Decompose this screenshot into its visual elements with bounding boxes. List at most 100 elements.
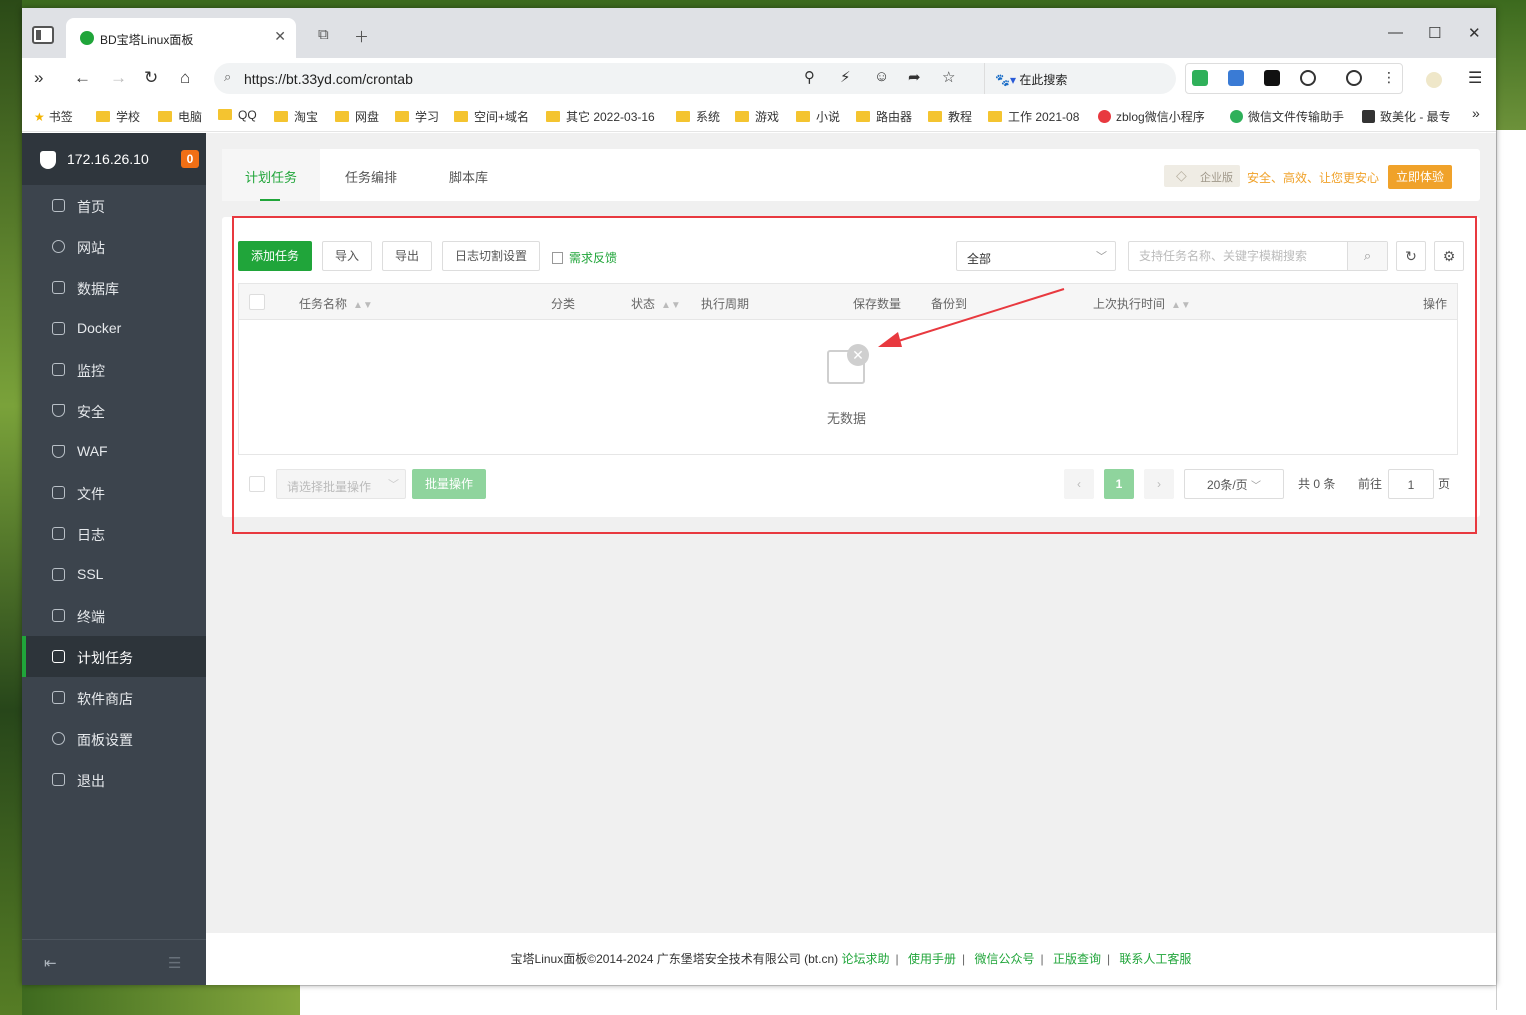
bookmark-folder[interactable]: 学习 bbox=[395, 108, 439, 125]
collapse-menu-icon[interactable]: ⇤ bbox=[44, 954, 57, 972]
sidebar-item-files[interactable]: 文件 bbox=[22, 472, 206, 513]
sidebar-item-website[interactable]: 网站 bbox=[22, 226, 206, 267]
bookmark-item[interactable]: ★ 书签 bbox=[34, 108, 73, 125]
batch-operation-button[interactable]: 批量操作 bbox=[412, 469, 486, 499]
sidebar-item-home[interactable]: 首页 bbox=[22, 185, 206, 226]
reload-icon[interactable]: ↻ bbox=[144, 68, 158, 88]
footer-link-wechat[interactable]: 微信公众号 bbox=[974, 952, 1034, 966]
batch-operation-select[interactable]: 请选择批量操作 ﹀ bbox=[276, 469, 406, 499]
bookmark-folder[interactable]: 网盘 bbox=[335, 108, 379, 125]
zblog-icon bbox=[1098, 110, 1111, 123]
sidebar-item-logs[interactable]: 日志 bbox=[22, 513, 206, 554]
import-button[interactable]: 导入 bbox=[322, 241, 372, 271]
sidebar-item-settings[interactable]: 面板设置 bbox=[22, 718, 206, 759]
close-window-icon[interactable]: ✕ bbox=[1468, 24, 1481, 42]
tab-task-orchestration[interactable]: 任务编排 bbox=[345, 149, 397, 201]
select-all-checkbox[interactable] bbox=[249, 294, 265, 310]
bookmark-folder[interactable]: 其它 2022-03-16 bbox=[546, 108, 655, 125]
bookmark-folder[interactable]: 工作 2021-08 bbox=[988, 108, 1079, 125]
bookmark-item[interactable]: 微信文件传输助手 bbox=[1230, 108, 1344, 125]
try-enterprise-button[interactable]: 立即体验 bbox=[1388, 165, 1452, 189]
extensions-box: ⋮ bbox=[1185, 63, 1403, 94]
forward-icon[interactable]: → bbox=[110, 68, 127, 88]
sidebar-item-monitor[interactable]: 监控 bbox=[22, 349, 206, 390]
column-last-run[interactable]: 上次执行时间 ▲▼ bbox=[1093, 295, 1191, 312]
history-icon[interactable] bbox=[1300, 70, 1316, 86]
chart-extension-icon[interactable] bbox=[1264, 70, 1280, 86]
sidebar-item-ssl[interactable]: SSL bbox=[22, 554, 206, 595]
list-icon[interactable]: ☰ bbox=[168, 954, 181, 972]
bookmark-folder[interactable]: 系统 bbox=[676, 108, 720, 125]
log-split-settings-button[interactable]: 日志切割设置 bbox=[442, 241, 540, 271]
column-task-name[interactable]: 任务名称 ▲▼ bbox=[299, 295, 373, 312]
prev-page-button[interactable]: ‹ bbox=[1064, 469, 1094, 499]
tab-close-icon[interactable]: ✕ bbox=[274, 28, 286, 45]
sidebar-panel-icon[interactable] bbox=[32, 26, 54, 44]
sidebar-item-docker[interactable]: Docker bbox=[22, 308, 206, 349]
task-search-input[interactable] bbox=[1129, 242, 1347, 270]
sidebar-item-database[interactable]: 数据库 bbox=[22, 267, 206, 308]
new-tab-icon[interactable]: ＋ bbox=[354, 26, 369, 47]
next-page-button[interactable]: › bbox=[1144, 469, 1174, 499]
reader-icon[interactable]: ☺ bbox=[874, 68, 889, 85]
more-bookmarks-icon[interactable]: » bbox=[1472, 105, 1480, 121]
category-filter-select[interactable]: 全部 ﹀ bbox=[956, 241, 1116, 271]
footer-link-forum[interactable]: 论坛求助 bbox=[841, 952, 889, 966]
avatar[interactable] bbox=[1426, 72, 1442, 88]
location-pin-icon[interactable]: ⚲ bbox=[804, 68, 815, 86]
search-icon[interactable]: ⌕ bbox=[1347, 242, 1387, 270]
export-button[interactable]: 导出 bbox=[382, 241, 432, 271]
expand-sidebar-icon[interactable]: » bbox=[34, 68, 43, 88]
translate-extension-icon[interactable] bbox=[1228, 70, 1244, 86]
more-vertical-icon[interactable]: ⋮ bbox=[1382, 70, 1396, 86]
bookmark-item[interactable]: zblog微信小程序 bbox=[1098, 108, 1205, 125]
search-engine-box[interactable]: 🐾▾ 在此搜索 bbox=[984, 63, 1067, 94]
table-settings-button[interactable]: ⚙ bbox=[1434, 241, 1464, 271]
share-icon[interactable]: ➦ bbox=[908, 68, 921, 86]
bookmark-folder[interactable]: 空间+域名 bbox=[454, 108, 529, 125]
download-icon[interactable] bbox=[1346, 70, 1362, 86]
goto-page-input[interactable]: 1 bbox=[1388, 469, 1434, 499]
footer-link-support[interactable]: 联系人工客服 bbox=[1119, 952, 1191, 966]
tab-crontab[interactable]: 计划任务 bbox=[222, 149, 320, 201]
footer-link-manual[interactable]: 使用手册 bbox=[908, 952, 956, 966]
maximize-icon[interactable]: ☐ bbox=[1428, 24, 1441, 42]
bookmark-star-icon[interactable]: ☆ bbox=[942, 68, 955, 86]
background-window-fragment bbox=[1496, 130, 1526, 1010]
notification-badge[interactable]: 0 bbox=[181, 150, 199, 168]
home-icon[interactable]: ⌂ bbox=[180, 68, 190, 88]
back-icon[interactable]: ← bbox=[74, 68, 91, 88]
lightning-icon[interactable]: ⚡ bbox=[840, 68, 851, 86]
sidebar-item-security[interactable]: 安全 bbox=[22, 390, 206, 431]
current-page[interactable]: 1 bbox=[1104, 469, 1134, 499]
footer-link-license[interactable]: 正版查询 bbox=[1053, 952, 1101, 966]
address-bar[interactable]: ⌕ https://bt.33yd.com/crontab ⚲ ⚡ ☺ ➦ ☆ … bbox=[214, 63, 1176, 94]
feedback-link[interactable]: 需求反馈 bbox=[552, 249, 617, 266]
sidebar-item-logout[interactable]: 退出 bbox=[22, 759, 206, 800]
bookmark-folder[interactable]: 游戏 bbox=[735, 108, 779, 125]
browser-tab-active[interactable]: BD宝塔Linux面板 ✕ bbox=[66, 18, 296, 58]
sidebar-item-waf[interactable]: WAF bbox=[22, 431, 206, 472]
refresh-button[interactable]: ↻ bbox=[1396, 241, 1426, 271]
column-status[interactable]: 状态 ▲▼ bbox=[631, 295, 681, 312]
url-text[interactable]: https://bt.33yd.com/crontab bbox=[244, 71, 413, 87]
bookmark-folder[interactable]: 淘宝 bbox=[274, 108, 318, 125]
sidebar-item-crontab[interactable]: 计划任务 bbox=[22, 636, 206, 677]
sidebar-item-terminal[interactable]: 终端 bbox=[22, 595, 206, 636]
bookmark-folder[interactable]: 学校 bbox=[96, 108, 140, 125]
add-task-button[interactable]: 添加任务 bbox=[238, 241, 312, 271]
tab-group-icon[interactable]: ⧉ bbox=[318, 26, 329, 43]
page-size-select[interactable]: 20条/页 ﹀ bbox=[1184, 469, 1284, 499]
bookmark-folder[interactable]: 电脑 bbox=[158, 108, 202, 125]
bookmark-folder[interactable]: QQ bbox=[218, 108, 257, 122]
footer-select-all-checkbox[interactable] bbox=[249, 476, 265, 492]
sidebar-item-app-store[interactable]: 软件商店 bbox=[22, 677, 206, 718]
minimize-icon[interactable]: — bbox=[1388, 24, 1403, 41]
menu-icon[interactable]: ☰ bbox=[1468, 68, 1482, 88]
bookmark-folder[interactable]: 小说 bbox=[796, 108, 840, 125]
tab-script-library[interactable]: 脚本库 bbox=[449, 149, 488, 201]
bookmark-folder[interactable]: 路由器 bbox=[856, 108, 912, 125]
bookmark-folder[interactable]: 教程 bbox=[928, 108, 972, 125]
refresh-extension-icon[interactable] bbox=[1192, 70, 1208, 86]
bookmark-item[interactable]: 致美化 - 最专 bbox=[1362, 108, 1451, 125]
